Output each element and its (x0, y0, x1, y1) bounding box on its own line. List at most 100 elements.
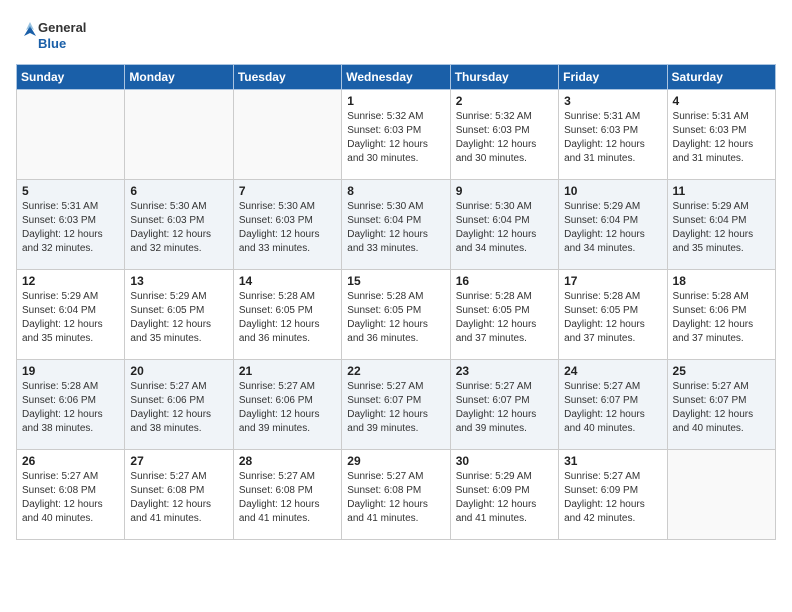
calendar-cell: 29Sunrise: 5:27 AMSunset: 6:08 PMDayligh… (342, 450, 450, 540)
day-info: Sunrise: 5:27 AMSunset: 6:07 PMDaylight:… (456, 380, 553, 436)
calendar-cell: 20Sunrise: 5:27 AMSunset: 6:06 PMDayligh… (125, 360, 233, 450)
weekday-header-row: SundayMondayTuesdayWednesdayThursdayFrid… (17, 65, 776, 90)
day-number: 3 (564, 94, 661, 108)
calendar-cell: 19 Sunrise: 5:28 AMSunset: 6:06 PMDayligh… (17, 360, 125, 450)
logo: General Blue (16, 16, 106, 56)
calendar-cell: 6 Sunrise: 5:30 AMSunset: 6:03 PMDaylight… (125, 180, 233, 270)
day-number: 25 (673, 364, 770, 378)
day-info: Sunrise: 5:28 AMSunset: 6:05 PMDaylight:… (347, 290, 444, 346)
calendar-week-2: 5 Sunrise: 5:31 AMSunset: 6:03 PMDaylight… (17, 180, 776, 270)
day-number: 19 (22, 364, 119, 378)
calendar-cell (17, 90, 125, 180)
day-info: Sunrise: 5:27 AMSunset: 6:06 PMDaylight:… (239, 380, 336, 436)
day-info: Sunrise: 5:29 AMSunset: 6:04 PMDaylight:… (673, 200, 770, 256)
calendar-cell: 4 Sunrise: 5:31 AMSunset: 6:03 PMDaylight… (667, 90, 775, 180)
calendar-week-3: 12 Sunrise: 5:29 AMSunset: 6:04 PMDayligh… (17, 270, 776, 360)
svg-text:Blue: Blue (38, 36, 66, 51)
day-info: Sunrise: 5:27 AMSunset: 6:07 PMDaylight:… (673, 380, 770, 436)
calendar-cell: 7 Sunrise: 5:30 AMSunset: 6:03 PMDaylight… (233, 180, 341, 270)
day-info: Sunrise: 5:32 AMSunset: 6:03 PMDaylight:… (456, 110, 553, 166)
calendar-cell: 17 Sunrise: 5:28 AMSunset: 6:05 PMDayligh… (559, 270, 667, 360)
day-number: 20 (130, 364, 227, 378)
weekday-header-tuesday: Tuesday (233, 65, 341, 90)
day-info: Sunrise: 5:32 AMSunset: 6:03 PMDaylight:… (347, 110, 444, 166)
day-info: Sunrise: 5:28 AMSunset: 6:06 PMDaylight:… (673, 290, 770, 346)
calendar-week-5: 26 Sunrise: 5:27 AMSunset: 6:08 PMDayligh… (17, 450, 776, 540)
day-number: 9 (456, 184, 553, 198)
calendar-cell: 9 Sunrise: 5:30 AMSunset: 6:04 PMDaylight… (450, 180, 558, 270)
day-number: 14 (239, 274, 336, 288)
day-info: Sunrise: 5:27 AMSunset: 6:07 PMDaylight:… (347, 380, 444, 436)
day-info: Sunrise: 5:30 AMSunset: 6:03 PMDaylight:… (130, 200, 227, 256)
calendar-body: 1 Sunrise: 5:32 AMSunset: 6:03 PMDaylight… (17, 90, 776, 540)
calendar-table: SundayMondayTuesdayWednesdayThursdayFrid… (16, 64, 776, 540)
day-info: Sunrise: 5:29 AMSunset: 6:04 PMDaylight:… (564, 200, 661, 256)
svg-text:General: General (38, 20, 86, 35)
calendar-cell: 11 Sunrise: 5:29 AMSunset: 6:04 PMDayligh… (667, 180, 775, 270)
day-number: 24 (564, 364, 661, 378)
calendar-cell (233, 90, 341, 180)
day-info: Sunrise: 5:27 AMSunset: 6:08 PMDaylight:… (239, 470, 336, 526)
calendar-cell: 3 Sunrise: 5:31 AMSunset: 6:03 PMDaylight… (559, 90, 667, 180)
day-info: Sunrise: 5:27 AMSunset: 6:07 PMDaylight:… (564, 380, 661, 436)
day-info: Sunrise: 5:27 AMSunset: 6:08 PMDaylight:… (347, 470, 444, 526)
day-info: Sunrise: 5:27 AMSunset: 6:08 PMDaylight:… (130, 470, 227, 526)
calendar-cell: 18 Sunrise: 5:28 AMSunset: 6:06 PMDayligh… (667, 270, 775, 360)
day-info: Sunrise: 5:27 AMSunset: 6:08 PMDaylight:… (22, 470, 119, 526)
calendar-cell: 12 Sunrise: 5:29 AMSunset: 6:04 PMDayligh… (17, 270, 125, 360)
day-info: Sunrise: 5:28 AMSunset: 6:06 PMDaylight:… (22, 380, 119, 436)
calendar-cell: 24 Sunrise: 5:27 AMSunset: 6:07 PMDayligh… (559, 360, 667, 450)
calendar-week-4: 19 Sunrise: 5:28 AMSunset: 6:06 PMDayligh… (17, 360, 776, 450)
calendar-cell: 25 Sunrise: 5:27 AMSunset: 6:07 PMDayligh… (667, 360, 775, 450)
day-info: Sunrise: 5:28 AMSunset: 6:05 PMDaylight:… (564, 290, 661, 346)
calendar-cell: 21 Sunrise: 5:27 AMSunset: 6:06 PMDayligh… (233, 360, 341, 450)
day-number: 31 (564, 454, 661, 468)
day-info: Sunrise: 5:29 AMSunset: 6:04 PMDaylight:… (22, 290, 119, 346)
day-number: 12 (22, 274, 119, 288)
day-number: 6 (130, 184, 227, 198)
day-info: Sunrise: 5:30 AMSunset: 6:03 PMDaylight:… (239, 200, 336, 256)
calendar-cell: 5 Sunrise: 5:31 AMSunset: 6:03 PMDaylight… (17, 180, 125, 270)
day-number: 1 (347, 94, 444, 108)
day-number: 4 (673, 94, 770, 108)
day-number: 11 (673, 184, 770, 198)
calendar-cell: 8 Sunrise: 5:30 AMSunset: 6:04 PMDaylight… (342, 180, 450, 270)
day-number: 8 (347, 184, 444, 198)
weekday-header-monday: Monday (125, 65, 233, 90)
day-number: 13 (130, 274, 227, 288)
day-number: 30 (456, 454, 553, 468)
calendar-week-1: 1 Sunrise: 5:32 AMSunset: 6:03 PMDaylight… (17, 90, 776, 180)
day-number: 26 (22, 454, 119, 468)
day-info: Sunrise: 5:30 AMSunset: 6:04 PMDaylight:… (347, 200, 444, 256)
day-info: Sunrise: 5:31 AMSunset: 6:03 PMDaylight:… (22, 200, 119, 256)
day-info: Sunrise: 5:31 AMSunset: 6:03 PMDaylight:… (564, 110, 661, 166)
day-info: Sunrise: 5:31 AMSunset: 6:03 PMDaylight:… (673, 110, 770, 166)
calendar-cell (667, 450, 775, 540)
day-info: Sunrise: 5:28 AMSunset: 6:05 PMDaylight:… (456, 290, 553, 346)
calendar-cell: 26 Sunrise: 5:27 AMSunset: 6:08 PMDayligh… (17, 450, 125, 540)
calendar-cell: 30Sunrise: 5:29 AMSunset: 6:09 PMDayligh… (450, 450, 558, 540)
weekday-header-friday: Friday (559, 65, 667, 90)
day-number: 2 (456, 94, 553, 108)
weekday-header-saturday: Saturday (667, 65, 775, 90)
day-number: 15 (347, 274, 444, 288)
day-number: 17 (564, 274, 661, 288)
day-number: 18 (673, 274, 770, 288)
calendar-cell: 2 Sunrise: 5:32 AMSunset: 6:03 PMDaylight… (450, 90, 558, 180)
calendar-cell: 14Sunrise: 5:28 AMSunset: 6:05 PMDayligh… (233, 270, 341, 360)
day-number: 7 (239, 184, 336, 198)
calendar-cell: 16Sunrise: 5:28 AMSunset: 6:05 PMDayligh… (450, 270, 558, 360)
calendar-cell: 13 Sunrise: 5:29 AMSunset: 6:05 PMDayligh… (125, 270, 233, 360)
calendar-cell: 15 Sunrise: 5:28 AMSunset: 6:05 PMDayligh… (342, 270, 450, 360)
calendar-cell: 28Sunrise: 5:27 AMSunset: 6:08 PMDayligh… (233, 450, 341, 540)
day-number: 23 (456, 364, 553, 378)
calendar-cell: 22Sunrise: 5:27 AMSunset: 6:07 PMDayligh… (342, 360, 450, 450)
calendar-cell: 23 Sunrise: 5:27 AMSunset: 6:07 PMDayligh… (450, 360, 558, 450)
day-number: 21 (239, 364, 336, 378)
day-info: Sunrise: 5:30 AMSunset: 6:04 PMDaylight:… (456, 200, 553, 256)
day-number: 10 (564, 184, 661, 198)
day-number: 5 (22, 184, 119, 198)
day-number: 27 (130, 454, 227, 468)
calendar-cell: 31Sunrise: 5:27 AMSunset: 6:09 PMDayligh… (559, 450, 667, 540)
day-info: Sunrise: 5:29 AMSunset: 6:05 PMDaylight:… (130, 290, 227, 346)
